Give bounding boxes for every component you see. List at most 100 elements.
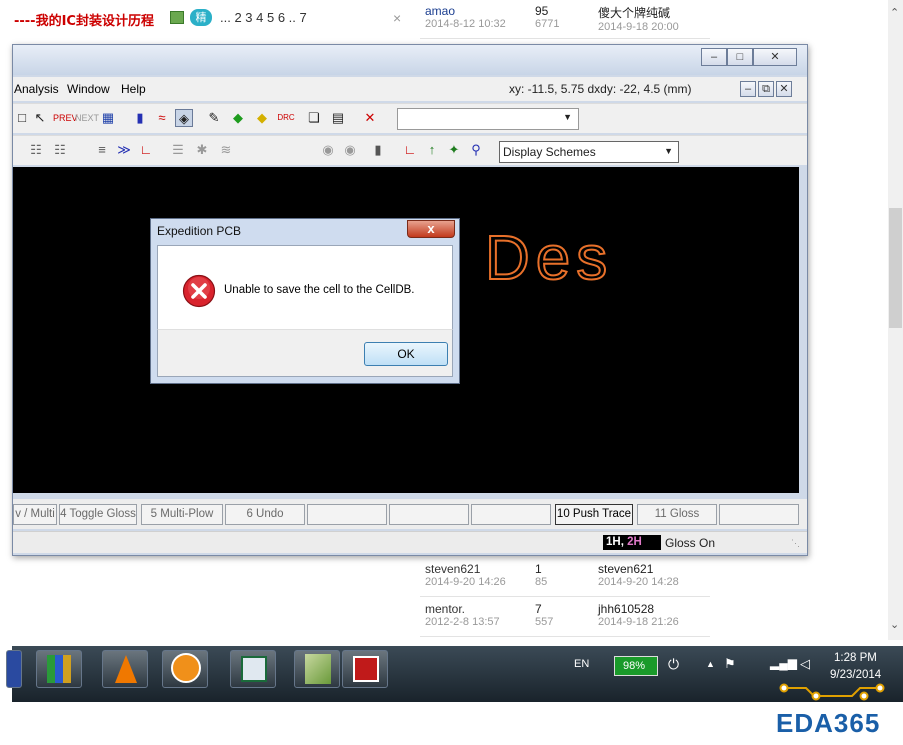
doc-minimize-button[interactable]: – <box>740 81 756 97</box>
trace-icon[interactable]: ∟ <box>137 141 155 159</box>
color-layers-icon[interactable]: ◈ <box>175 109 193 127</box>
thread-pages[interactable]: ... 2 3 4 5 6 .. 7 <box>220 10 307 25</box>
prev-icon[interactable]: PREV <box>53 109 78 127</box>
chevron-down-icon: ▼ <box>563 112 572 122</box>
menu-analysis[interactable]: Analysis <box>14 82 59 96</box>
unlock-icon[interactable]: ◉ <box>341 141 359 159</box>
action-center-icon[interactable]: ⚑ <box>724 656 736 672</box>
paste-icon[interactable]: ▤ <box>329 109 347 127</box>
network-icon[interactable]: ▂▄▆ <box>770 656 797 670</box>
maximize-button[interactable]: □ <box>727 48 753 66</box>
author-link[interactable]: steven621 <box>425 562 506 576</box>
toolbar-routing: ☷ ☷ ≡ ≫ ∟ ☰ ✱ ≋ ◉ ◉ ▮ ∟ ↑ ✦ ⚲ Display Sc… <box>13 135 807 165</box>
route-mode-icon[interactable]: ☷ <box>51 141 69 159</box>
language-indicator[interactable]: EN <box>574 658 589 670</box>
last-post-date: 2014-9-18 20:00 <box>598 21 679 33</box>
dialog-close-button[interactable]: x <box>407 220 455 238</box>
component-icon[interactable]: ▮ <box>369 141 387 159</box>
author-link[interactable]: mentor. <box>425 602 500 616</box>
scrollbar-thumb[interactable] <box>889 208 902 328</box>
menu-window[interactable]: Window <box>67 82 110 96</box>
author-date: 2014-9-20 14:26 <box>425 576 506 588</box>
fn-key-4[interactable]: 4 Toggle Gloss <box>59 504 137 525</box>
lock-icon[interactable]: ◉ <box>319 141 337 159</box>
taskbar: EN 98% ⏻ ▲ ⚑ ▂▄▆ ◁ 1:28 PM 9/23/2014 <box>6 646 903 702</box>
books-icon <box>47 655 71 683</box>
drc-icon[interactable]: DRC <box>277 109 295 127</box>
doc-restore-button[interactable]: ⧉ <box>758 81 774 97</box>
pointer-icon[interactable]: ↖ <box>31 109 49 127</box>
vlc-icon[interactable] <box>102 650 148 688</box>
canvas-design-text: Des <box>485 224 613 293</box>
properties-icon[interactable]: ✎ <box>205 109 223 127</box>
dx-designer-icon[interactable] <box>294 650 340 688</box>
menu-bar: Analysis Window Help xy: -11.5, 5.75 dxd… <box>13 77 807 101</box>
red-route-icon[interactable]: ∟ <box>401 141 419 159</box>
ok-button[interactable]: OK <box>364 342 448 366</box>
coordinate-readout: xy: -11.5, 5.75 dxdy: -22, 4.5 (mm) <box>509 82 692 96</box>
last-poster[interactable]: jhh610528 <box>598 602 679 616</box>
display-schemes-dropdown[interactable]: Display Schemes ▼ <box>499 141 679 163</box>
pin-icon[interactable]: ⚲ <box>467 141 485 159</box>
tune-icon[interactable]: ☰ <box>169 141 187 159</box>
hyperlynx-icon[interactable] <box>342 650 388 688</box>
fn-key-12[interactable] <box>719 504 799 525</box>
forum-folder-icon <box>170 11 184 24</box>
grid-icon[interactable]: ▦ <box>99 109 117 127</box>
reader-icon[interactable] <box>162 650 208 688</box>
via-icon[interactable]: ✱ <box>193 141 211 159</box>
route-icon[interactable]: ≈ <box>153 109 171 127</box>
reply-count: 7 <box>535 602 542 616</box>
scroll-down-icon[interactable]: ⌄ <box>890 618 899 631</box>
menu-help[interactable]: Help <box>121 82 146 96</box>
fn-key-8[interactable] <box>389 504 469 525</box>
plow-icon[interactable]: ≫ <box>115 141 133 159</box>
pencil-icon <box>305 654 331 684</box>
minimize-button[interactable]: – <box>701 48 727 66</box>
fn-key-3[interactable]: v / Multi <box>13 504 57 525</box>
fn-key-7[interactable] <box>307 504 387 525</box>
gloss-icon[interactable]: ≋ <box>217 141 235 159</box>
scroll-up-icon[interactable]: ⌃ <box>890 6 899 19</box>
clock-time[interactable]: 1:28 PM <box>834 652 877 664</box>
volume-icon[interactable]: ◁ <box>800 656 810 672</box>
window-titlebar[interactable]: – □ ✕ <box>13 45 807 75</box>
thread-title[interactable]: ----我的IC封装设计历程 <box>14 10 154 29</box>
fn-key-10[interactable]: 10 Push Trace <box>555 504 633 525</box>
show-hidden-icons[interactable]: ▲ <box>706 659 715 669</box>
fn-key-11[interactable]: 11 Gloss <box>637 504 717 525</box>
circle-icon <box>171 653 201 683</box>
resize-grip-icon[interactable]: ⋱ <box>791 538 800 549</box>
view-count: 557 <box>535 616 554 628</box>
reply-count: 95 <box>535 4 549 18</box>
delete-icon[interactable]: ✕ <box>361 109 379 127</box>
fn-key-6[interactable]: 6 Undo <box>225 504 305 525</box>
window-close-button[interactable]: ✕ <box>753 48 797 66</box>
eda365-logo-circuit <box>779 683 885 701</box>
route-mode-icon[interactable]: ☷ <box>27 141 45 159</box>
copy-icon[interactable]: ❏ <box>305 109 323 127</box>
battery-indicator[interactable]: 98% <box>614 656 658 676</box>
fanout-icon[interactable]: ≡ <box>93 141 111 159</box>
close-icon[interactable]: × <box>393 10 401 26</box>
fanout-green-icon[interactable]: ✦ <box>445 141 463 159</box>
doc-close-button[interactable]: ✕ <box>776 81 792 97</box>
library-icon[interactable] <box>36 650 82 688</box>
green-diamond-icon[interactable]: ◆ <box>229 109 247 127</box>
select-icon[interactable]: □ <box>13 109 31 127</box>
view-count: 6771 <box>535 18 560 30</box>
yellow-diamond-icon[interactable]: ◆ <box>253 109 271 127</box>
probe-icon[interactable]: ↑ <box>423 141 441 159</box>
scheme-dropdown[interactable]: ▼ <box>397 108 579 130</box>
next-icon[interactable]: NEXT <box>75 109 99 127</box>
expedition-taskbar-icon[interactable] <box>230 650 276 688</box>
layer-icon[interactable]: ▮ <box>131 109 149 127</box>
last-poster[interactable]: 傻大个牌纯碱 <box>598 4 679 21</box>
fn-key-9[interactable] <box>471 504 551 525</box>
taskbar-app-icon[interactable] <box>6 650 22 688</box>
cone-icon <box>115 655 137 683</box>
power-plug-icon[interactable]: ⏻ <box>668 656 679 673</box>
last-poster[interactable]: steven621 <box>598 562 679 576</box>
author-link[interactable]: amao <box>425 4 506 18</box>
fn-key-5[interactable]: 5 Multi-Plow <box>141 504 223 525</box>
